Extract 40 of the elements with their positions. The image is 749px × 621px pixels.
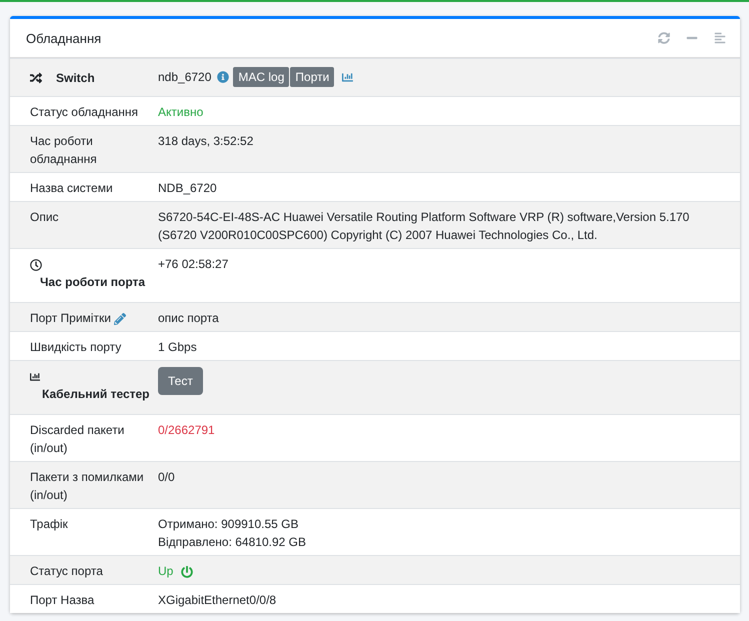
row-value: Up	[158, 564, 174, 578]
toolbar-button[interactable]: Порти	[290, 67, 334, 87]
row-label: Кабельний тестер	[41, 386, 150, 403]
row-label: Статус обладнання	[30, 104, 138, 121]
row-label: Швидкість порту	[30, 339, 122, 356]
row-label: Трафік	[30, 516, 68, 533]
chart-icon[interactable]	[342, 72, 354, 82]
shuffle-icon	[30, 72, 42, 84]
card-title: Обладнання	[26, 30, 102, 46]
toolbar-button[interactable]: MAC log	[233, 67, 290, 87]
row-value: ndb_6720	[158, 69, 212, 86]
row-label: Switch	[56, 70, 95, 87]
menu-icon[interactable]	[714, 32, 726, 44]
row-label: Назва системи	[30, 180, 113, 197]
refresh-icon[interactable]	[658, 32, 670, 44]
row-value: Отримано: 909910.55 GB	[158, 516, 300, 533]
row-label: Опис	[30, 209, 59, 226]
row-value: Відправлено: 64810.92 GB	[158, 534, 307, 551]
row-value: XGigabitEthernet0/0/8	[158, 593, 276, 607]
row-value: +76 02:58:27	[158, 257, 228, 271]
row-value: NDB_6720	[158, 181, 217, 195]
info-icon[interactable]	[217, 71, 230, 83]
test-button[interactable]: Тест	[158, 367, 203, 395]
row-label: Пакети з помилками (in/out)	[30, 469, 145, 504]
pencil-icon[interactable]	[114, 312, 126, 325]
row-value: S6720-54C-EI-48S-AC Huawei Versatile Routing Platform Software VRP (R) software,Version 5.170 (S6720 V200R010C00SPC600) Copyright (C) 2007 Huawei Technologies Co., Ltd.	[158, 210, 690, 242]
row-value: 318 days, 3:52:52	[158, 134, 254, 148]
row-value: 0/2662791	[158, 423, 215, 437]
row-label: Порт Примітки	[30, 310, 111, 327]
row-label: Порт Назва	[30, 592, 94, 609]
row-label: Статус порта	[30, 563, 103, 580]
row-value: опис порта	[158, 311, 219, 325]
chart-icon	[30, 372, 40, 382]
row-value: 1 Gbps	[158, 340, 197, 354]
row-label: Discarded пакети (in/out)	[30, 422, 126, 457]
row-value: Активно	[158, 105, 204, 119]
row-label: Час роботи порта	[39, 274, 146, 291]
row-value: 0/0	[158, 470, 175, 484]
row-label: Час роботи обладнання	[30, 133, 98, 168]
clock-icon	[30, 258, 42, 271]
